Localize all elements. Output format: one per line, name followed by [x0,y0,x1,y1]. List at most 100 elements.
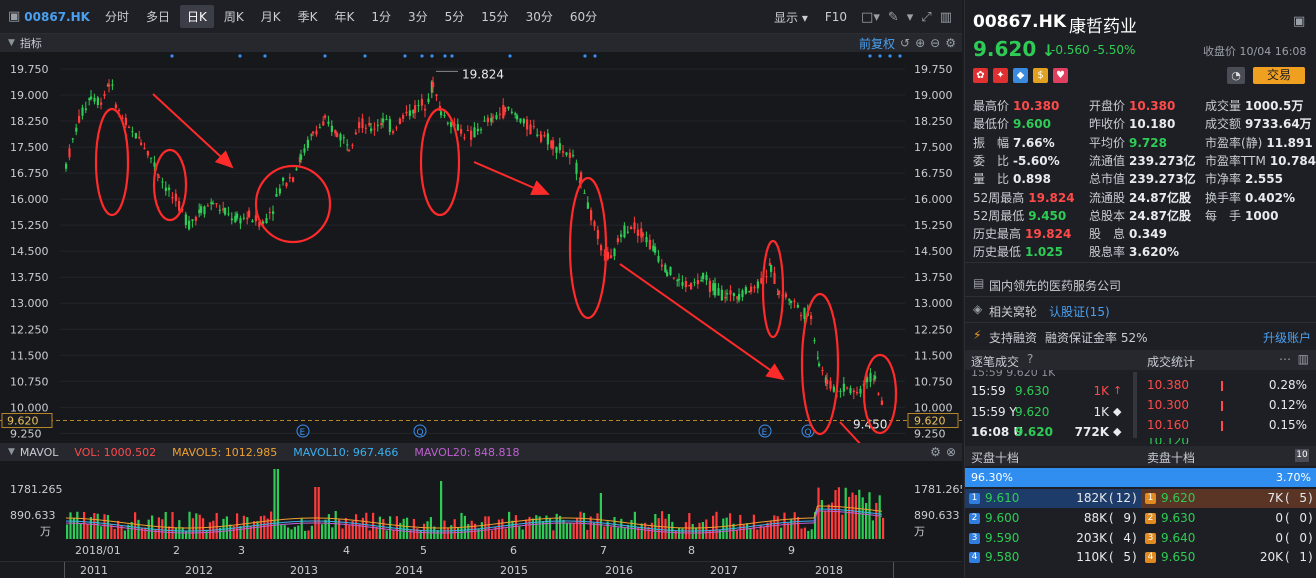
trade-button[interactable]: 交易 [1253,67,1305,84]
candle-body [529,124,532,135]
event-dot[interactable] [508,54,512,58]
pen-icon[interactable]: ✎ [888,10,899,25]
dollar-icon[interactable]: $ [1033,68,1048,83]
upgrade-link[interactable]: 升级账户 [1263,329,1311,346]
dropdown-icon[interactable]: ▾ [907,10,914,25]
event-dot[interactable] [898,54,902,58]
square-icon[interactable]: □▾ [861,10,880,25]
candle-body [318,127,321,129]
candle-body [146,151,149,156]
event-dot[interactable] [323,54,327,58]
event-dot[interactable] [363,54,367,58]
stock-connect-icon[interactable]: ✦ [993,68,1008,83]
minus-icon[interactable]: ⊖ [930,36,940,50]
event-dot[interactable] [238,54,242,58]
stat-label: 股息率 [1089,245,1126,260]
candle-body [880,400,883,406]
period-tab[interactable]: 年K [327,5,361,28]
event-dot[interactable] [430,54,434,58]
period-tab[interactable]: 周K [217,5,251,28]
period-tab[interactable]: 30分 [519,5,560,28]
ask-row[interactable]: 2 9.630 0(0) [1141,509,1316,528]
plus-icon[interactable]: ⊕ [915,36,925,50]
event-dot[interactable] [868,54,872,58]
timeline-window[interactable] [64,562,894,578]
fullscreen-icon[interactable]: ⤢ [921,10,931,25]
sidebar-toggle-icon[interactable]: ▣ [8,9,20,24]
ticks-title[interactable]: 逐笔成交 [971,353,1019,370]
ask-row[interactable]: 1 9.620 7K(5) [1141,489,1316,508]
volume-bar [283,525,286,539]
candle-body [856,391,859,394]
period-tab[interactable]: 15分 [474,5,515,28]
reset-icon[interactable]: ↺ [900,36,910,50]
bid-row[interactable]: 4 9.580 110K(5) [965,548,1141,567]
candle-body [432,82,435,88]
ask-price: 9.620 [1161,491,1196,505]
period-tab[interactable]: 60分 [563,5,604,28]
display-menu[interactable]: 显示 ▾ [767,6,815,29]
event-dot[interactable] [888,54,892,58]
bell-icon[interactable]: ◔ [1227,67,1245,84]
period-tab[interactable]: 1分 [364,5,398,28]
collapse-icon[interactable]: ▼ [8,38,15,48]
period-tab[interactable]: 分时 [98,5,136,28]
event-dot[interactable] [878,54,882,58]
mavol-label[interactable]: MAVOL [20,446,58,459]
stat-value: 11.891 [1266,135,1313,150]
settings-icon[interactable]: ⚙ [930,445,941,459]
candle-body [310,134,313,136]
window-icon[interactable]: ▣ [1293,14,1305,29]
period-tab[interactable]: 季K [291,5,325,28]
company-desc-row[interactable]: ▤ 国内领先的医药服务公司 [965,274,1316,294]
event-dot[interactable] [403,54,407,58]
related-link[interactable]: 认股证(15) [1049,303,1110,320]
doc-icon: ▤ [973,276,985,290]
tag-icon[interactable]: ◆ [1013,68,1028,83]
volume-chart[interactable]: 1781.265 890.633 万 1781.265 890.633 万 2018/01 2… [0,461,962,561]
bid-row[interactable]: 3 9.590 203K(4) [965,529,1141,548]
period-tab[interactable]: 3分 [401,5,435,28]
f10-button[interactable]: F10 [818,7,854,27]
help-icon[interactable]: ? [1027,352,1033,366]
candle-body [729,290,732,295]
close-icon[interactable]: ⊗ [946,445,956,459]
kline-chart[interactable]: 19.750 19.750 19.000 19.000 18.250 18.250 17.5… [0,52,962,443]
event-dot[interactable] [583,54,587,58]
event-dot[interactable] [420,54,424,58]
collapse-icon[interactable]: ▼ [8,447,15,457]
period-tab[interactable]: 日K [179,5,214,28]
indicator-label[interactable]: 指标 [20,35,42,51]
event-dot[interactable] [593,54,597,58]
y-tick-left: 13.000 [10,297,49,310]
bid-row[interactable]: 2 9.600 88K(9) [965,509,1141,528]
period-tab[interactable]: 多日 [139,5,177,28]
tick-stats-title[interactable]: 成交统计 [1147,353,1195,370]
candle-body [636,229,639,236]
period-tab[interactable]: 月K [254,5,288,28]
period-tab[interactable]: 5分 [438,5,472,28]
level-toggle[interactable]: 10 [1295,449,1309,462]
bid-row[interactable]: 1 9.610 182K(12) [965,489,1141,508]
ask-row[interactable]: 3 9.640 0(0) [1141,529,1316,548]
volume-bar [661,511,664,539]
event-dot[interactable] [263,54,267,58]
layout-icon[interactable]: ▥ [940,10,952,25]
more-icon[interactable]: ⋯ [1279,352,1291,366]
year-timeline[interactable]: 2011 2012 2013 2014 2015 2016 2017 2018 [0,561,962,578]
ticks-scrollbar[interactable] [1133,372,1137,438]
volume-bar [106,514,109,539]
adjust-button[interactable]: 前复权 [859,35,895,52]
layout-icon[interactable]: ▥ [1298,352,1309,366]
event-dot[interactable] [450,54,454,58]
volume-bar [307,530,310,539]
event-dot[interactable] [443,54,447,58]
event-dot[interactable] [170,54,174,58]
stat-label: 52周最高 [973,190,1025,205]
candle-body [690,283,693,290]
settings-icon[interactable]: ⚙ [945,36,956,50]
heart-icon[interactable]: ♥ [1053,68,1068,83]
ask-row[interactable]: 4 9.650 20K(1) [1141,548,1316,567]
candle-body [519,118,522,123]
candle-body [68,148,71,158]
